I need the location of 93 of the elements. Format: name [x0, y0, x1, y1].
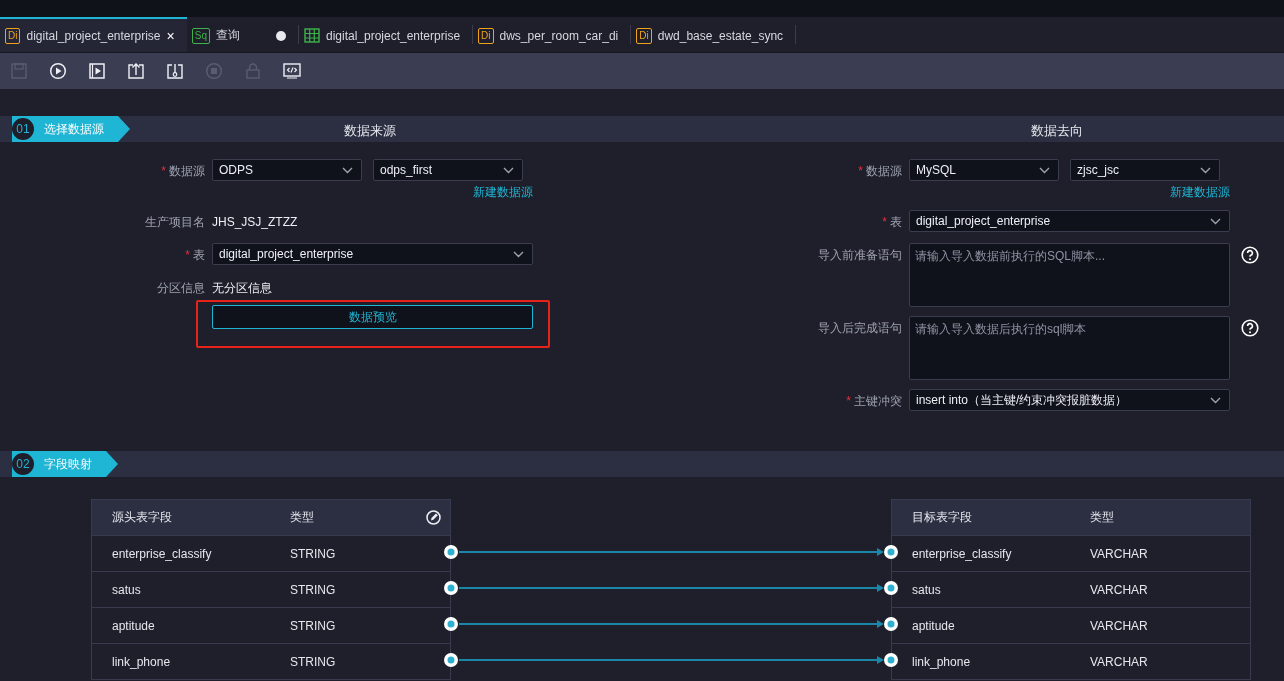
tab-label: 查询	[215, 27, 240, 44]
chevron-down-icon	[342, 166, 353, 174]
table-cell-text: aptitude	[112, 618, 156, 633]
column-header: 源头表字段	[112, 509, 173, 526]
table-cell-text: STRING	[290, 582, 337, 597]
select-field[interactable]: digital_project_enterprise	[909, 210, 1230, 232]
field-label: 导入前准备语句	[817, 247, 902, 264]
field-label: 分区信息	[156, 280, 205, 297]
play-frame-button[interactable]	[86, 60, 108, 82]
field-label: * 表	[184, 247, 205, 264]
table-cell-text: VARCHAR	[1090, 618, 1149, 633]
play-button[interactable]	[47, 60, 69, 82]
code-icon	[283, 62, 301, 80]
table-icon	[303, 28, 320, 43]
data-preview-button[interactable]: 数据预览	[212, 305, 533, 329]
select-field[interactable]: digital_project_enterprise	[212, 243, 533, 265]
chevron-down-icon	[1200, 166, 1211, 174]
lock-icon	[244, 62, 262, 80]
table-cell-text: satus	[112, 582, 142, 597]
field-label: 生产项目名	[144, 214, 205, 231]
upload-icon	[127, 62, 145, 80]
sql-input[interactable]: 请输入导入数据后执行的sql脚本	[909, 316, 1230, 380]
select-field[interactable]: ODPS	[212, 159, 362, 181]
required-mark: *	[882, 215, 887, 229]
box-hook-icon	[166, 62, 184, 80]
table-cell-text: link_phone	[912, 654, 972, 669]
required-mark: *	[185, 248, 190, 262]
field-label: * 数据源	[160, 163, 205, 180]
table-cell-text: link_phone	[112, 654, 172, 669]
mapping-line[interactable]	[444, 581, 898, 595]
field-label: 导入后完成语句	[817, 320, 902, 337]
table-cell-text: STRING	[290, 546, 337, 561]
table-cell-text: satus	[912, 582, 942, 597]
table-cell-text: VARCHAR	[1090, 654, 1149, 669]
step-number: 01	[10, 116, 36, 142]
section-heading: 数据去向	[1031, 122, 1083, 140]
code-button[interactable]	[281, 60, 303, 82]
mapping-line[interactable]	[444, 617, 898, 631]
required-mark: *	[161, 164, 166, 178]
column-header: 类型	[1090, 509, 1115, 526]
tab-label: dws_per_room_car_di	[499, 28, 619, 43]
play-frame-icon	[88, 62, 106, 80]
table-cell-text: enterprise_classify	[112, 546, 213, 561]
mapping-line[interactable]	[444, 653, 898, 667]
table-cell-text: aptitude	[912, 618, 956, 633]
section-heading: 数据来源	[344, 122, 396, 140]
integration-badge: Di	[478, 27, 494, 44]
editor-tab[interactable]: digital_project_enterprise	[298, 17, 473, 52]
integration-badge: Di	[5, 27, 21, 44]
integration-badge: Di	[636, 27, 652, 44]
column-header: 目标表字段	[912, 509, 973, 526]
new-datasource-link[interactable]: 新建数据源	[473, 184, 533, 201]
step-title: 字段映射	[43, 455, 93, 473]
table-cell-text: VARCHAR	[1090, 546, 1149, 561]
field-label: * 表	[881, 214, 902, 231]
required-mark: *	[846, 394, 851, 408]
column-header: 类型	[290, 509, 315, 526]
chevron-down-icon	[513, 250, 524, 258]
step-number: 02	[10, 451, 36, 477]
step-title: 选择数据源	[43, 120, 105, 138]
tab-label: digital_project_enterprise	[325, 28, 461, 43]
sql-badge: Sq	[191, 27, 210, 44]
field-value: 无分区信息	[212, 280, 272, 297]
select-field[interactable]: zjsc_jsc	[1070, 159, 1220, 181]
table-cell-text: STRING	[290, 654, 337, 669]
close-button[interactable]: ×	[166, 27, 175, 44]
chevron-down-icon	[1210, 396, 1221, 404]
table-cell-text: enterprise_classify	[912, 546, 1013, 561]
editor-tab[interactable]: Sq 查询	[186, 17, 298, 52]
play-icon	[49, 62, 67, 80]
chevron-down-icon	[503, 166, 514, 174]
editor-tab[interactable]: Di digital_project_enterprise ×	[0, 17, 187, 52]
editor-tab[interactable]: Di dwd_base_estate_sync	[631, 17, 796, 52]
chevron-down-icon	[1039, 166, 1050, 174]
select-field[interactable]: MySQL	[909, 159, 1059, 181]
field-value: JHS_JSJ_ZTZZ	[212, 214, 298, 231]
tab-label: dwd_base_estate_sync	[657, 28, 784, 43]
sql-input[interactable]: 请输入导入数据前执行的SQL脚本...	[909, 243, 1230, 307]
field-label: * 数据源	[857, 163, 902, 180]
table-cell-text: STRING	[290, 618, 337, 633]
new-datasource-link[interactable]: 新建数据源	[1170, 184, 1230, 201]
table-cell-text: VARCHAR	[1090, 582, 1149, 597]
field-label: * 主键冲突	[845, 393, 902, 410]
required-mark: *	[858, 164, 863, 178]
edit-icon	[426, 510, 441, 525]
editor-tab[interactable]: Di dws_per_room_car_di	[473, 17, 631, 52]
stop-icon	[205, 62, 223, 80]
mapping-line[interactable]	[444, 545, 898, 559]
chevron-down-icon	[1210, 217, 1221, 225]
save-icon	[10, 62, 28, 80]
select-field[interactable]: odps_first	[373, 159, 523, 181]
tab-label: digital_project_enterprise	[26, 28, 161, 43]
select-field[interactable]: insert into（当主键/约束冲突报脏数据）	[909, 389, 1230, 411]
